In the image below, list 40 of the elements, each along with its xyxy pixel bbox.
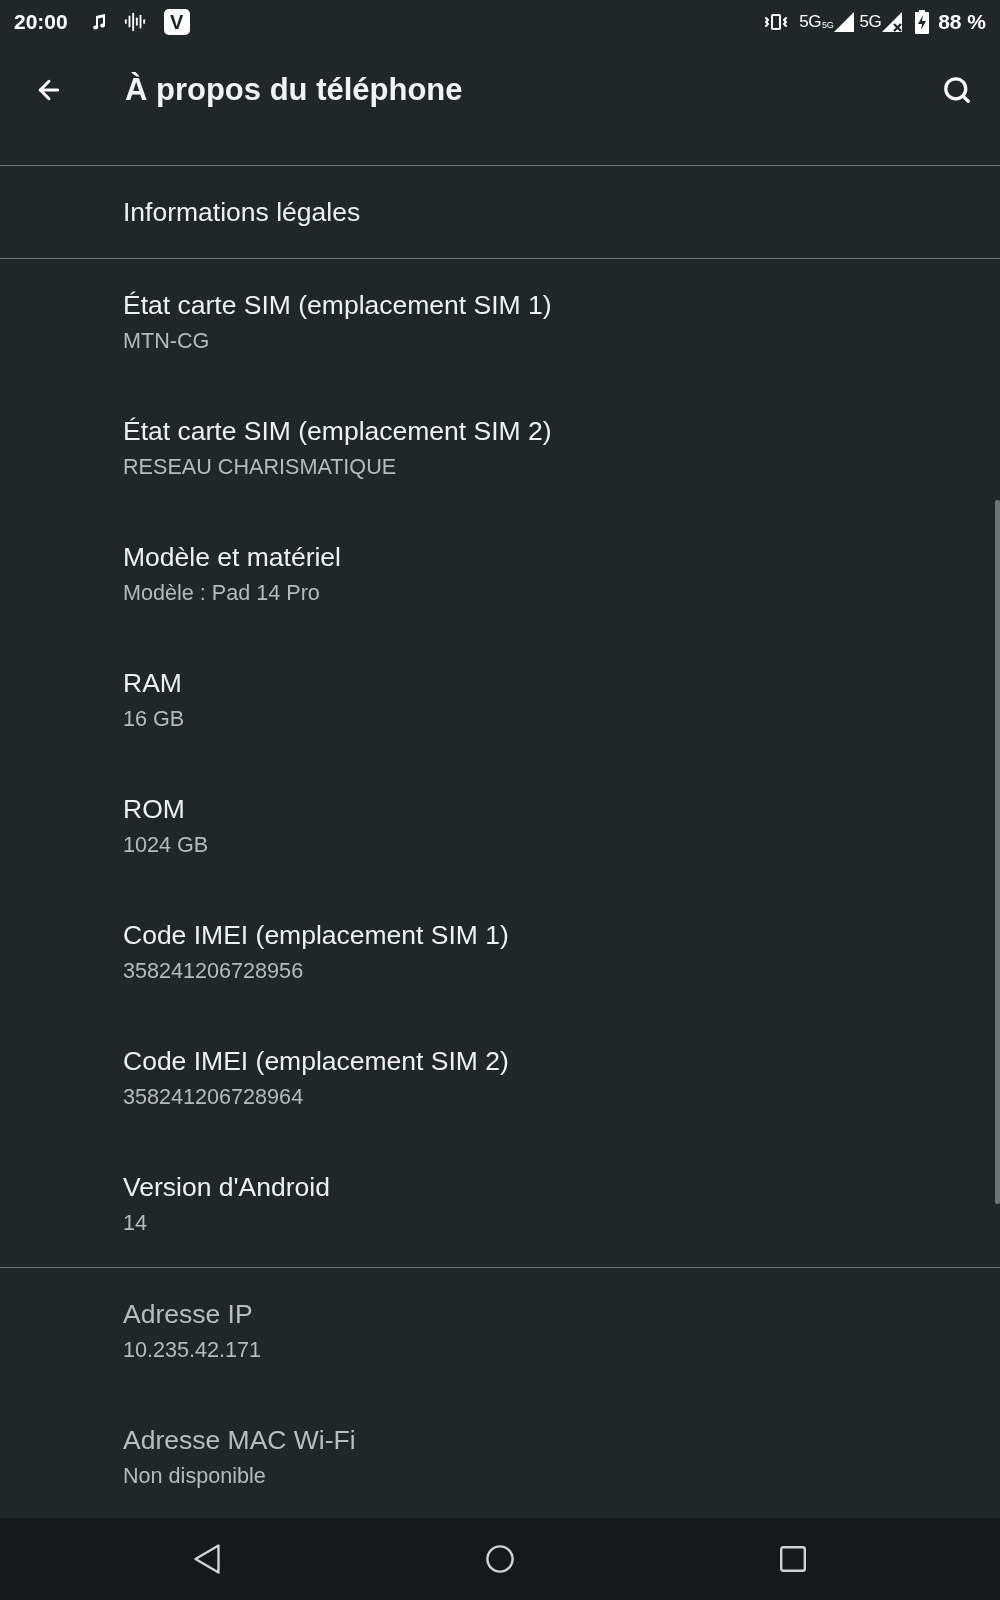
setting-value: 358241206728956 [123, 957, 304, 984]
setting-title[interactable]: Code IMEI (emplacement SIM 2) [123, 1046, 509, 1077]
setting-title[interactable]: État carte SIM (emplacement SIM 1) [123, 290, 552, 321]
signal-icon [834, 12, 855, 32]
sound-wave-icon [123, 11, 146, 33]
setting-title[interactable]: Informations légales [123, 196, 361, 228]
signal-no-data-icon [882, 12, 903, 32]
setting-title: Adresse IP [123, 1299, 253, 1330]
setting-title[interactable]: ROM [123, 794, 185, 825]
setting-value: MTN-CG [123, 327, 210, 354]
back-nav-button[interactable] [194, 1544, 220, 1574]
circle-home-icon [486, 1545, 514, 1573]
app-logo: V [163, 9, 190, 35]
setting-value: 14 [123, 1209, 148, 1236]
setting-value: RESEAU CHARISMATIQUE [123, 453, 397, 480]
setting-value: 1024 GB [123, 831, 209, 858]
setting-title[interactable]: Modèle et matériel [123, 542, 341, 573]
music-note-icon [91, 14, 106, 30]
setting-value: Modèle : Pad 14 Pro [123, 579, 320, 606]
status-time: 20:00 [14, 10, 68, 34]
network-type: 5G [799, 12, 822, 32]
setting-value: 10.235.42.171 [123, 1336, 262, 1363]
setting-title[interactable]: Code IMEI (emplacement SIM 1) [123, 920, 509, 951]
recents-nav-button[interactable] [780, 1546, 806, 1572]
setting-value: Non disponible [123, 1462, 266, 1489]
setting-title[interactable]: Version d'Android [123, 1172, 330, 1203]
setting-title: Adresse MAC Wi-Fi [123, 1425, 356, 1456]
setting-title[interactable]: État carte SIM (emplacement SIM 2) [123, 416, 552, 447]
home-nav-button[interactable] [486, 1545, 514, 1573]
battery-percent: 88 % [938, 10, 986, 34]
setting-title[interactable]: RAM [123, 668, 182, 699]
network-sub-label: 5G [822, 20, 834, 30]
search-button[interactable] [942, 75, 972, 105]
triangle-back-icon [194, 1544, 220, 1574]
setting-value: 16 GB [123, 705, 185, 732]
network-type: 5G [859, 12, 882, 32]
setting-value: 358241206728964 [123, 1083, 304, 1110]
battery-charging-icon [915, 10, 930, 34]
square-recents-icon [780, 1546, 806, 1572]
page-title: À propos du téléphone [125, 71, 463, 109]
